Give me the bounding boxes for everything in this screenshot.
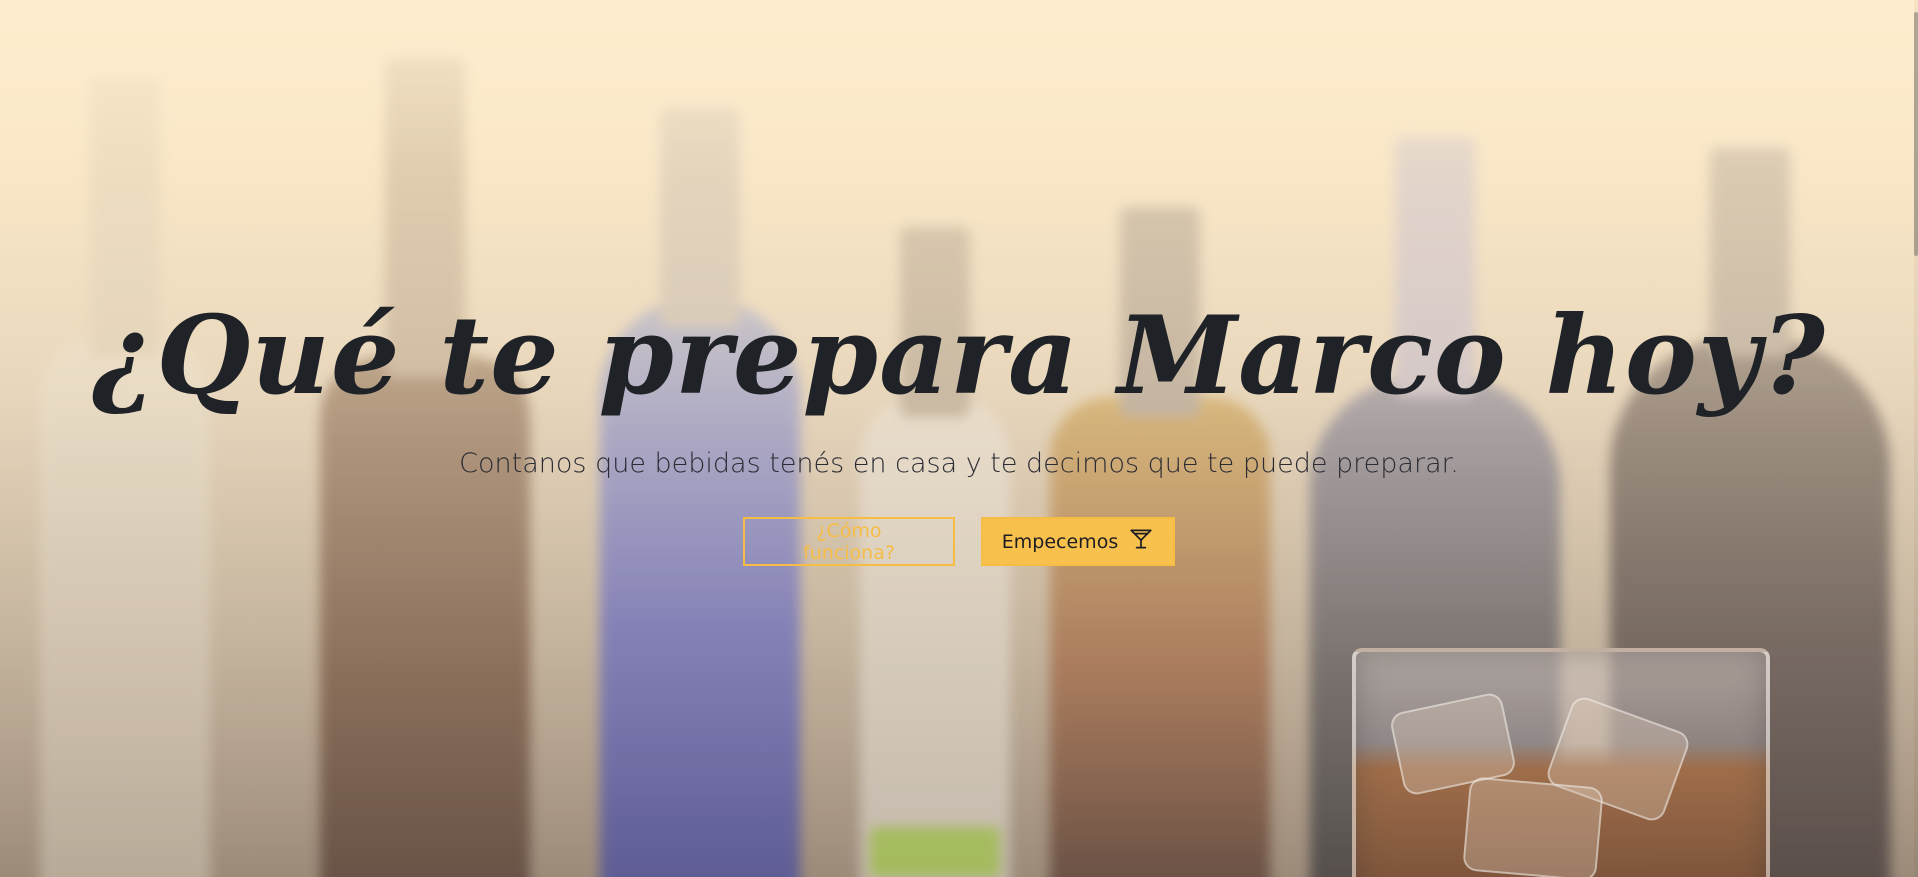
page-scrollbar[interactable] (1914, 0, 1918, 877)
how-it-works-button[interactable]: ¿Cómo funciona? (743, 517, 955, 566)
how-it-works-label: ¿Cómo funciona? (803, 519, 895, 564)
scrollbar-thumb[interactable] (1914, 12, 1918, 256)
cocktail-glass-icon (1128, 526, 1154, 557)
hero-content: ¿Qué te prepara Marco hoy? Contanos que … (0, 292, 1918, 566)
hero-title: ¿Qué te prepara Marco hoy? (92, 293, 1826, 419)
hero-section: ¿Qué te prepara Marco hoy? Contanos que … (0, 0, 1918, 877)
hero-subtitle: Contanos que bebidas tenés en casa y te … (459, 448, 1459, 479)
start-label: Empecemos (1001, 530, 1119, 553)
hero-actions: ¿Cómo funciona? Empecemos (0, 517, 1918, 566)
start-button[interactable]: Empecemos (981, 517, 1175, 566)
